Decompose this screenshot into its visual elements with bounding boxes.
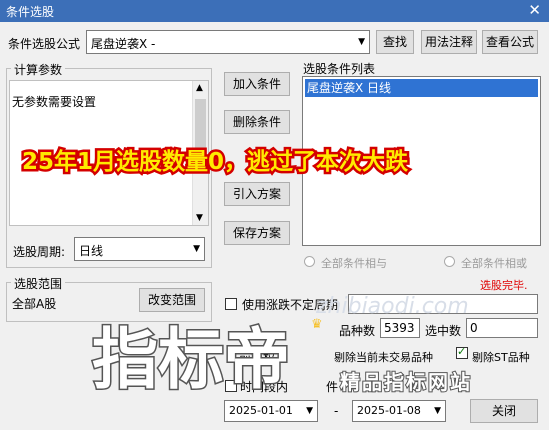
delete-condition-button[interactable]: 删除条件 bbox=[224, 110, 290, 134]
start-date: 2025-01-01 bbox=[229, 404, 293, 417]
watermark-url: zhibiaodi.com bbox=[316, 294, 469, 319]
exclude-st-label: 剔除ST品种 bbox=[472, 351, 530, 364]
and-radio[interactable] bbox=[304, 256, 315, 267]
condition-item[interactable]: 尾盘逆袭X 日线 bbox=[305, 79, 538, 97]
total-count-label: 品种数 bbox=[339, 324, 376, 338]
and-radio-label: 全部条件相与 bbox=[321, 257, 387, 270]
check-icon: ✓ bbox=[457, 345, 467, 358]
selected-count-label: 选中数 bbox=[425, 324, 462, 338]
period-label: 选股周期: bbox=[13, 245, 66, 259]
or-radio[interactable] bbox=[444, 256, 455, 267]
range-title: 选股范围 bbox=[11, 275, 66, 292]
view-formula-button[interactable]: 查看公式 bbox=[482, 30, 538, 54]
chevron-down-icon: ▼ bbox=[193, 244, 200, 254]
chevron-down-icon: ▼ bbox=[358, 37, 365, 47]
end-date: 2025-01-08 bbox=[357, 404, 421, 417]
exclude-st-checkbox[interactable]: ✓ bbox=[456, 345, 468, 359]
add-condition-button[interactable]: 加入条件 bbox=[224, 72, 290, 96]
watermark-slogan: 精品指标网站 bbox=[339, 369, 472, 395]
start-date-field[interactable]: 2025-01-01 ▼ bbox=[224, 400, 318, 422]
params-message: 无参数需要设置 bbox=[12, 95, 97, 109]
chevron-down-icon: ▼ bbox=[306, 406, 313, 416]
or-radio-label: 全部条件相或 bbox=[461, 257, 527, 270]
find-button[interactable]: 查找 bbox=[376, 30, 414, 54]
title-bar: 条件选股 ✕ bbox=[0, 0, 549, 22]
selected-count: 0 bbox=[466, 318, 538, 338]
end-date-field[interactable]: 2025-01-08 ▼ bbox=[352, 400, 446, 422]
save-plan-button[interactable]: 保存方案 bbox=[224, 221, 290, 245]
crown-icon: ♛ bbox=[311, 317, 323, 332]
exclude-inactive-label: 剔除当前未交易品种 bbox=[334, 351, 433, 364]
params-title: 计算参数 bbox=[11, 61, 66, 78]
period-value: 日线 bbox=[79, 244, 104, 258]
chevron-down-icon: ▼ bbox=[434, 406, 441, 416]
promo-banner: 25年1月选股数量0，逃过了本次大跌 bbox=[19, 147, 410, 178]
formula-value: 尾盘逆袭X - bbox=[91, 37, 156, 51]
usage-notes-button[interactable]: 用法注释 bbox=[421, 30, 477, 54]
time-range-suffix: 件 bbox=[326, 380, 339, 394]
scroll-down-icon[interactable]: ▼ bbox=[196, 213, 203, 223]
status-text: 选股完毕. bbox=[480, 279, 528, 292]
condition-list-title: 选股条件列表 bbox=[303, 62, 376, 76]
total-count: 5393 bbox=[380, 318, 420, 338]
date-separator: - bbox=[334, 404, 339, 418]
close-icon[interactable]: ✕ bbox=[528, 1, 541, 19]
window-title: 条件选股 bbox=[6, 5, 55, 19]
formula-select[interactable]: 尾盘逆袭X - ▼ bbox=[86, 30, 370, 54]
import-plan-button[interactable]: 引入方案 bbox=[224, 182, 290, 206]
watermark-title: 指标帝 bbox=[91, 320, 292, 400]
period-select[interactable]: 日线 ▼ bbox=[74, 237, 205, 261]
range-value: 全部A股 bbox=[12, 297, 57, 311]
scroll-up-icon[interactable]: ▲ bbox=[196, 83, 203, 93]
formula-label: 条件选股公式 bbox=[8, 37, 81, 51]
close-button[interactable]: 关闭 bbox=[470, 399, 538, 423]
